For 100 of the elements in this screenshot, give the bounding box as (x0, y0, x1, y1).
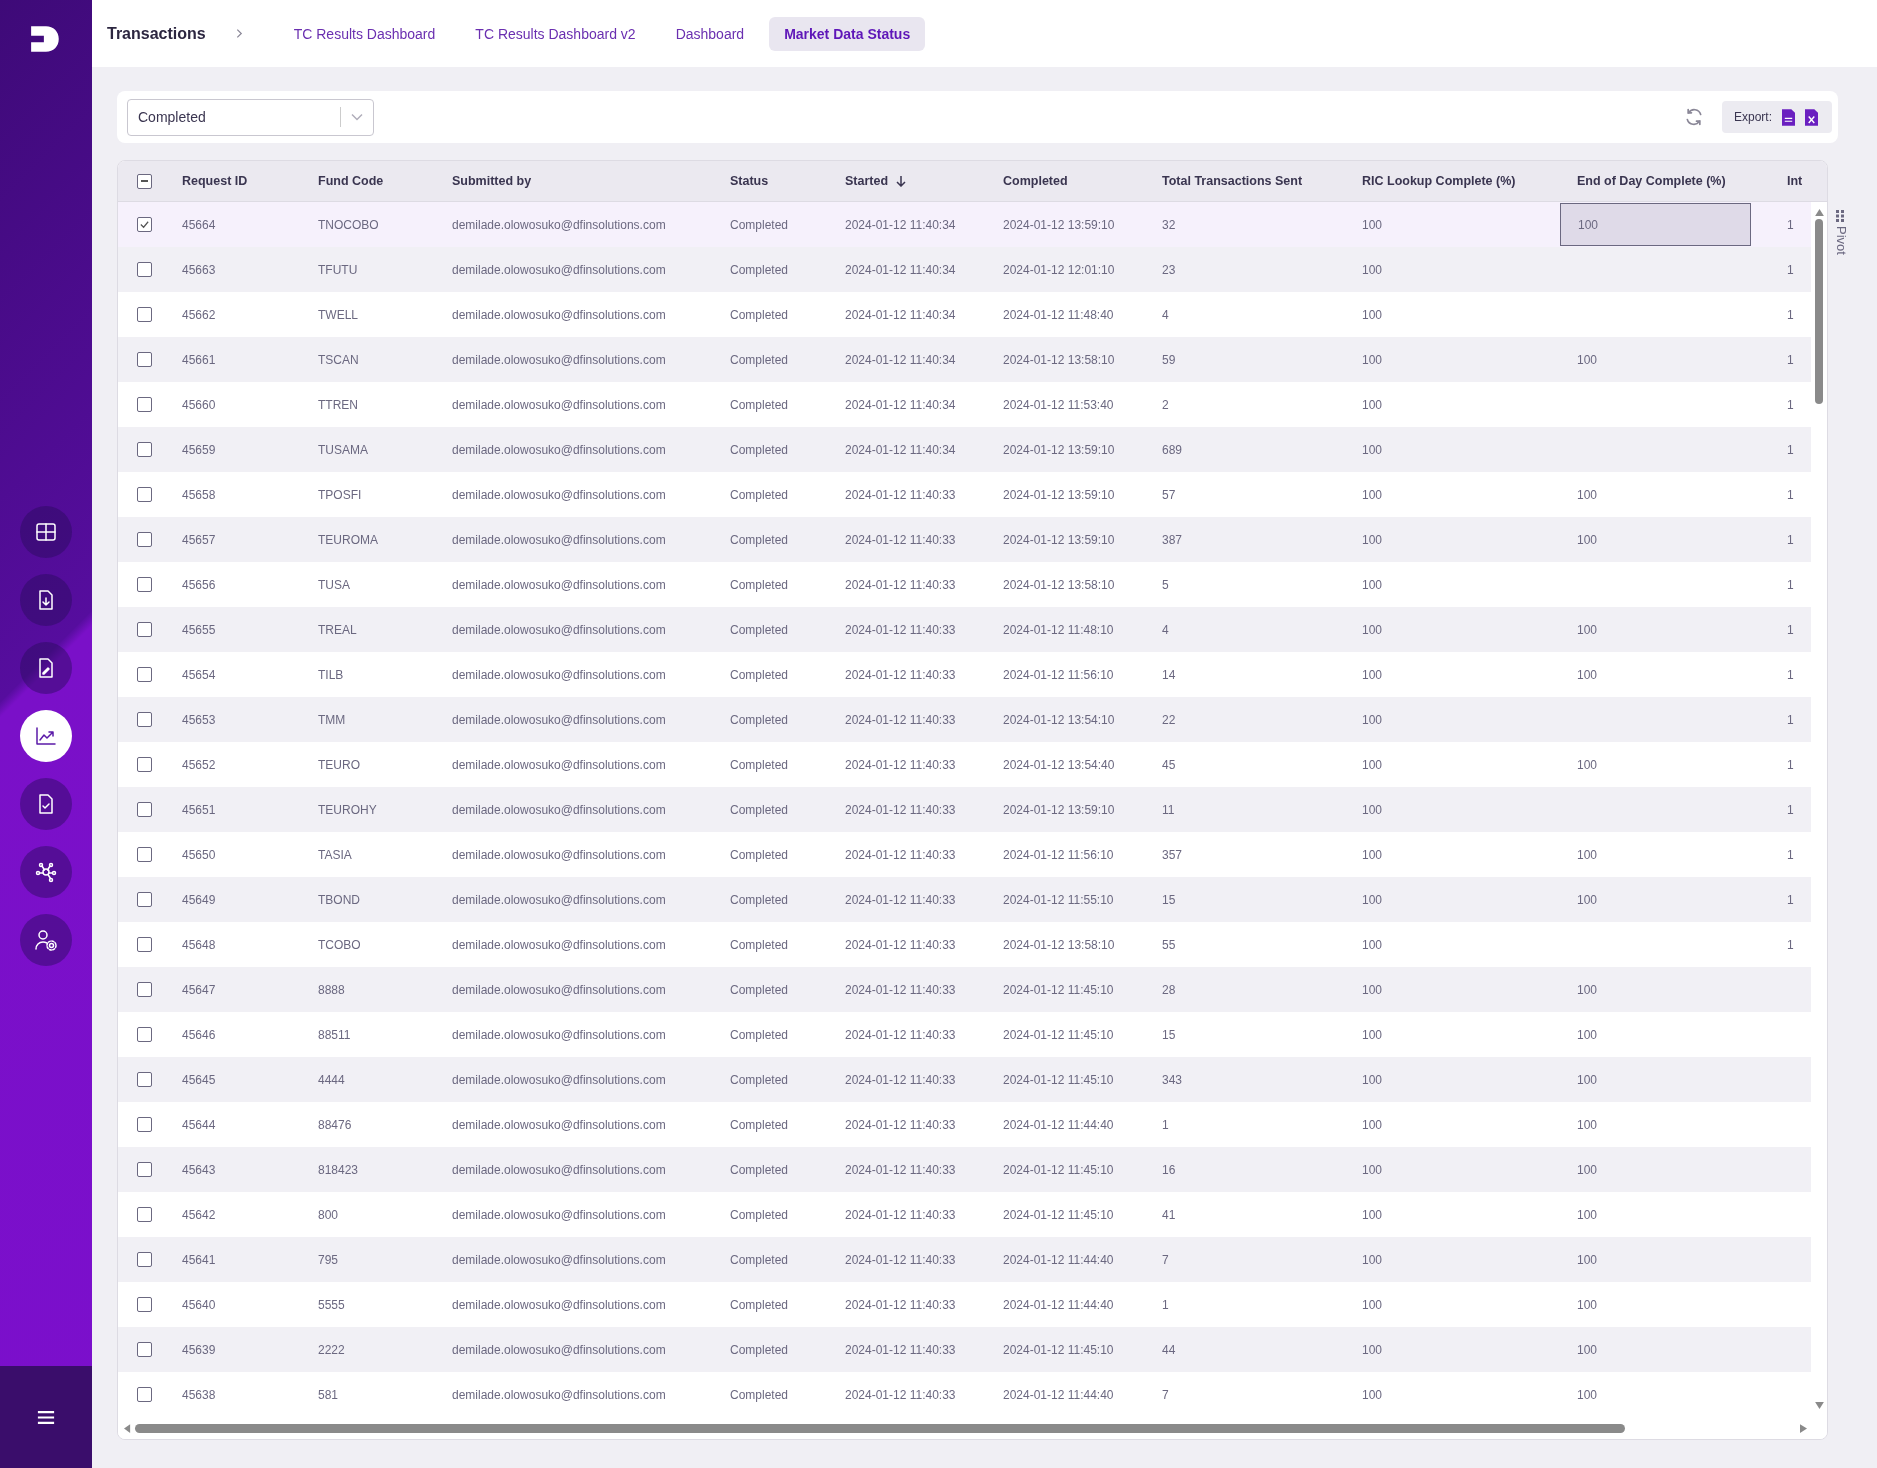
column-header[interactable]: Request ID (182, 174, 248, 188)
table-row[interactable]: 45664 TNOCOBO demilade.olowosuko@dfinsolutions.com Completed 2024-01-12 11:40:34 2024-01-12 13:59:10 32 100 100 1 (118, 202, 1811, 247)
row-checkbox[interactable] (137, 217, 152, 232)
sidebar-nav-button[interactable] (20, 914, 72, 966)
row-checkbox[interactable] (137, 577, 152, 592)
tab[interactable]: Market Data Status (769, 16, 926, 51)
row-checkbox[interactable] (137, 802, 152, 817)
column-header[interactable]: Completed (1003, 174, 1068, 188)
table-cell: 100 (1577, 1117, 1598, 1132)
table-cell: 2024-01-12 11:55:10 (1003, 892, 1114, 907)
table-cell: 2024-01-12 11:40:33 (845, 1072, 956, 1087)
sidebar-nav-button[interactable] (20, 710, 72, 762)
row-checkbox[interactable] (137, 667, 152, 682)
column-header[interactable]: Submitted by (452, 174, 532, 188)
table-cell: 2024-01-12 11:40:33 (845, 1342, 956, 1357)
table-row[interactable]: 45659 TUSAMA demilade.olowosuko@dfinsolutions.com Completed 2024-01-12 11:40:34 2024-01-12 13:59:10 689 100 1 (118, 427, 1811, 472)
row-checkbox[interactable] (137, 757, 152, 772)
scroll-right-icon[interactable] (1800, 1423, 1807, 1433)
row-checkbox[interactable] (137, 1387, 152, 1402)
table-cell: demilade.olowosuko@dfinsolutions.com (452, 442, 666, 457)
table-cell: Completed (730, 667, 789, 682)
table-cell: demilade.olowosuko@dfinsolutions.com (452, 982, 666, 997)
table-cell: demilade.olowosuko@dfinsolutions.com (452, 532, 666, 547)
column-header[interactable]: Int (1787, 174, 1803, 188)
scrollbar-thumb[interactable] (1815, 219, 1823, 404)
table-cell: 100 (1577, 1342, 1598, 1357)
table-row[interactable]: 45663 TFUTU demilade.olowosuko@dfinsolutions.com Completed 2024-01-12 11:40:34 2024-01-12 12:01:10 23 100 1 (118, 247, 1811, 292)
menu-icon[interactable] (37, 1409, 55, 1425)
row-checkbox[interactable] (137, 937, 152, 952)
scrollbar-thumb[interactable] (135, 1423, 1625, 1433)
tab[interactable]: Dashboard (660, 16, 760, 51)
table-cell: 100 (1362, 802, 1383, 817)
sidebar-nav-button[interactable] (20, 846, 72, 898)
table-cell: TUSA (318, 577, 350, 592)
scroll-left-icon[interactable] (124, 1423, 131, 1433)
table-cell: demilade.olowosuko@dfinsolutions.com (452, 352, 666, 367)
scroll-up-icon[interactable] (1814, 209, 1824, 216)
table-cell: 2024-01-12 11:45:10 (1003, 1342, 1114, 1357)
row-checkbox[interactable] (137, 1027, 152, 1042)
table-cell: 2024-01-12 11:53:40 (1003, 397, 1114, 412)
table-row[interactable]: 45645 4444 demilade.olowosuko@dfinsolutions.com Completed 2024-01-12 11:40:33 2024-01-12 11:45:10 343 100 100 (118, 1057, 1811, 1102)
scroll-down-icon[interactable] (1814, 1402, 1824, 1409)
pivot-tab[interactable]: Pivot (1828, 160, 1855, 1440)
row-checkbox[interactable] (137, 487, 152, 502)
column-header[interactable]: Status (730, 174, 769, 188)
row-checkbox[interactable] (137, 1072, 152, 1087)
row-checkbox[interactable] (137, 622, 152, 637)
row-checkbox[interactable] (137, 712, 152, 727)
row-checkbox[interactable] (137, 307, 152, 322)
status-filter-dropdown[interactable]: Completed (127, 98, 374, 136)
table-cell: TUSAMA (318, 442, 368, 457)
sidebar-nav-button[interactable] (20, 574, 72, 626)
table-cell: 2024-01-12 13:54:10 (1003, 712, 1115, 727)
row-checkbox[interactable] (137, 262, 152, 277)
table-cell: 818423 (318, 1162, 359, 1177)
table-cell: 100 (1362, 1387, 1383, 1402)
row-checkbox[interactable] (137, 982, 152, 997)
table-cell: 28 (1162, 982, 1176, 997)
table-row[interactable]: 45657 TEUROMA demilade.olowosuko@dfinsolutions.com Completed 2024-01-12 11:40:33 2024-01-12 13:59:10 387 100 100 1 (118, 517, 1811, 562)
table-cell: demilade.olowosuko@dfinsolutions.com (452, 712, 666, 727)
row-checkbox[interactable] (137, 352, 152, 367)
tab[interactable]: TC Results Dashboard (278, 16, 451, 51)
select-all-checkbox[interactable] (137, 173, 152, 189)
row-checkbox[interactable] (137, 397, 152, 412)
table-cell: Completed (730, 1207, 789, 1222)
sidebar-nav-button[interactable] (20, 642, 72, 694)
table-cell: TREAL (318, 622, 357, 637)
excel-file-icon[interactable] (1805, 108, 1818, 126)
table-row[interactable]: 45655 TREAL demilade.olowosuko@dfinsolutions.com Completed 2024-01-12 11:40:33 2024-01-12 11:48:10 4 100 100 1 (118, 607, 1811, 652)
table-cell: 1 (1787, 487, 1794, 502)
row-checkbox[interactable] (137, 847, 152, 862)
row-checkbox[interactable] (137, 1297, 152, 1312)
table-row[interactable]: 45661 TSCAN demilade.olowosuko@dfinsolutions.com Completed 2024-01-12 11:40:34 2024-01-12 13:58:10 59 100 100 1 (118, 337, 1811, 382)
row-checkbox[interactable] (137, 1252, 152, 1267)
row-checkbox[interactable] (137, 1117, 152, 1132)
refresh-icon[interactable] (1684, 107, 1704, 127)
column-header[interactable]: Fund Code (318, 174, 384, 188)
row-checkbox[interactable] (137, 532, 152, 547)
table-cell: 45653 (182, 712, 216, 727)
vertical-scrollbar[interactable] (1813, 209, 1825, 1409)
sidebar-nav-button[interactable] (20, 778, 72, 830)
table-row[interactable]: 45643 818423 demilade.olowosuko@dfinsolutions.com Completed 2024-01-12 11:40:33 2024-01-12 11:45:10 16 100 100 (118, 1147, 1811, 1192)
row-checkbox[interactable] (137, 1207, 152, 1222)
sidebar-nav-button[interactable] (20, 506, 72, 558)
column-header[interactable]: Started (845, 174, 889, 188)
tab[interactable]: TC Results Dashboard v2 (460, 16, 651, 51)
table-row[interactable]: 45653 TMM demilade.olowosuko@dfinsolutions.com Completed 2024-01-12 11:40:33 2024-01-12 13:54:10 22 100 1 (118, 697, 1811, 742)
table-cell: 45 (1162, 757, 1176, 772)
column-header[interactable]: Total Transactions Sent (1162, 174, 1303, 188)
table-row[interactable]: 45649 TBOND demilade.olowosuko@dfinsolutions.com Completed 2024-01-12 11:40:33 2024-01-12 11:55:10 15 100 100 1 (118, 877, 1811, 922)
table-row[interactable]: 45639 2222 demilade.olowosuko@dfinsolutions.com Completed 2024-01-12 11:40:33 2024-01-12 11:45:10 44 100 100 (118, 1327, 1811, 1372)
column-header[interactable]: RIC Lookup Complete (%) (1362, 174, 1516, 188)
row-checkbox[interactable] (137, 442, 152, 457)
row-checkbox[interactable] (137, 1342, 152, 1357)
column-header[interactable]: End of Day Complete (%) (1577, 174, 1726, 188)
table-row[interactable]: 45651 TEUROHY demilade.olowosuko@dfinsolutions.com Completed 2024-01-12 11:40:33 2024-01-12 13:59:10 11 100 1 (118, 787, 1811, 832)
table-row[interactable]: 45647 8888 demilade.olowosuko@dfinsolutions.com Completed 2024-01-12 11:40:33 2024-01-12 11:45:10 28 100 100 (118, 967, 1811, 1012)
table-row[interactable]: 45641 795 demilade.olowosuko@dfinsolutions.com Completed 2024-01-12 11:40:33 2024-01-12 11:44:40 7 100 100 (118, 1237, 1811, 1282)
row-checkbox[interactable] (137, 892, 152, 907)
row-checkbox[interactable] (137, 1162, 152, 1177)
